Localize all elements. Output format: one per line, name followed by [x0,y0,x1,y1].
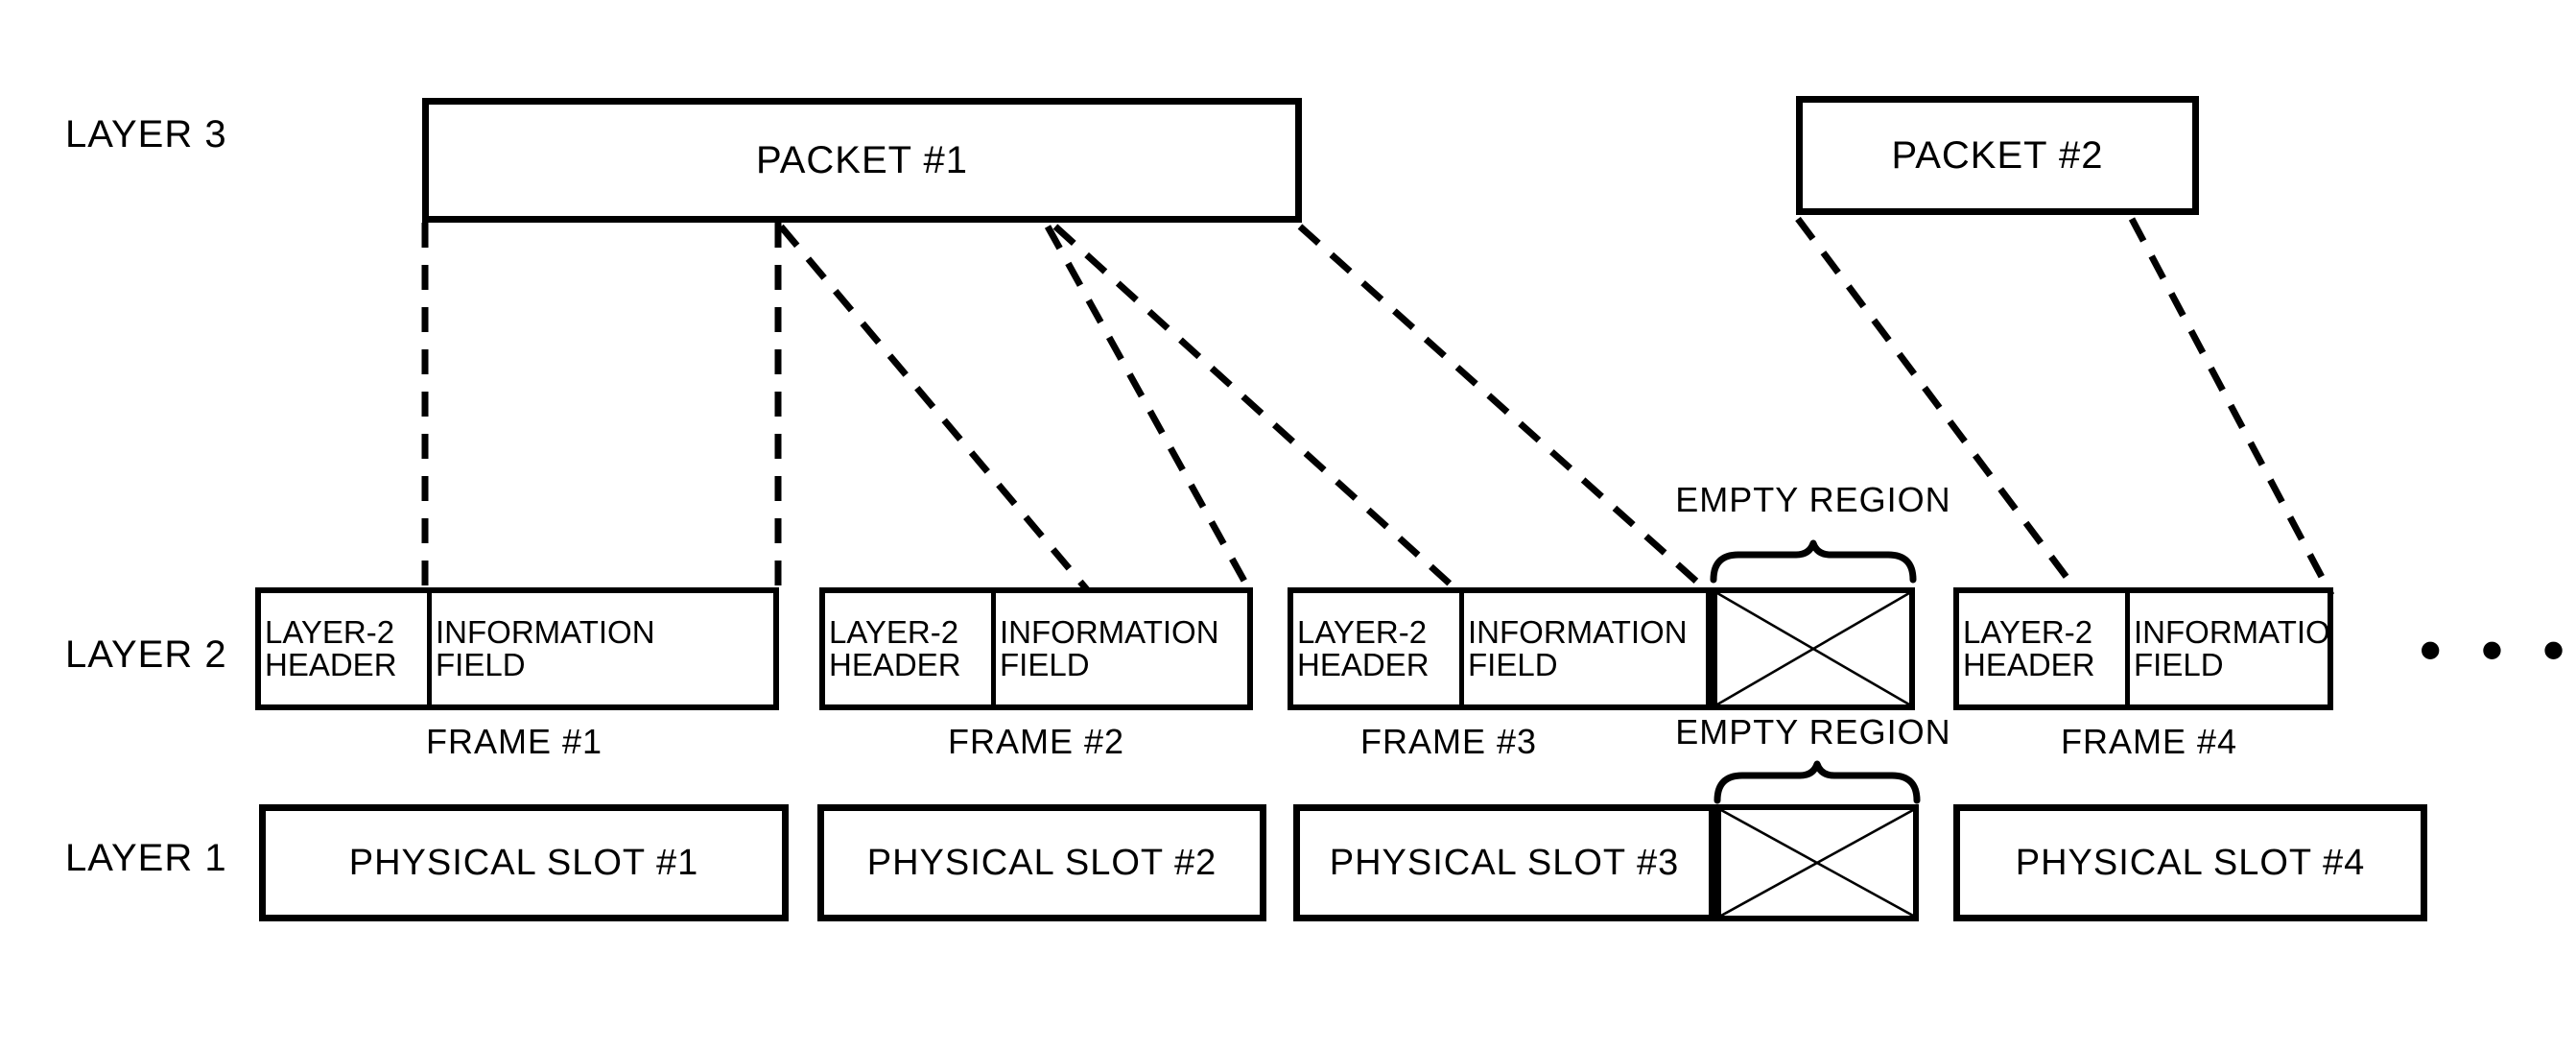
empty-region-cross-box-layer2 [1712,587,1915,710]
physical-slot-4-label: PHYSICAL SLOT #4 [2015,842,2366,883]
frame-3-information-field-cell: INFORMATION FIELD [1464,593,1706,704]
brace-empty-region-layer2 [1710,539,1917,584]
connector-packet2-frame4-start [1795,216,2083,598]
frame-4-caption: FRAME #4 [2060,722,2238,761]
physical-slot-1-label: PHYSICAL SLOT #1 [348,842,699,883]
physical-slot-box-4[interactable]: PHYSICAL SLOT #4 [1953,804,2427,921]
frame-3-info-line-2: FIELD [1468,647,1558,682]
frame-2-info-line-2: FIELD [1000,647,1090,682]
brace-empty-region-layer1 [1713,760,1921,804]
diagram-canvas: LAYER 3 PACKET #1 PACKET #2 EMPTY REGION… [0,0,2576,1050]
connector-packet1-frame3-start [1052,224,1463,596]
frame-3-info-line-1: INFORMATION [1468,613,1688,650]
frame-1-header-line-1: LAYER-2 [265,613,395,650]
frame-3-caption: FRAME #3 [1359,722,1538,761]
frame-3-header-line-2: HEADER [1297,647,1430,682]
layer2-label: LAYER 2 [65,633,227,676]
frame-4-info-line-1: INFORMATION [2134,613,2328,650]
frame-box-3[interactable]: LAYER-2 HEADER INFORMATION FIELD [1288,587,1712,710]
frame-4-header-line-1: LAYER-2 [1963,613,2093,650]
packet-2-label: PACKET #2 [1891,133,2104,177]
frame-2-info-line-1: INFORMATION [1000,613,1219,650]
frame-3-header-line-1: LAYER-2 [1297,613,1428,650]
physical-slot-box-3[interactable]: PHYSICAL SLOT #3 [1293,804,1715,921]
connector-packet1-frame2-start [778,224,1093,596]
frame-box-2[interactable]: LAYER-2 HEADER INFORMATION FIELD [819,587,1253,710]
connector-packet2-frame4-end [2128,217,2335,597]
frame-4-info-line-2: FIELD [2134,647,2224,682]
frame-4-information-field-cell: INFORMATION FIELD [2130,593,2328,704]
frame-2-information-field-cell: INFORMATION FIELD [996,593,1247,704]
frame-4-header-line-2: HEADER [1963,647,2095,682]
frame-box-4[interactable]: LAYER-2 HEADER INFORMATION FIELD [1953,587,2333,710]
frame-1-caption: FRAME #1 [425,722,603,761]
frame-4-layer2-header-cell: LAYER-2 HEADER [1959,593,2130,704]
physical-slot-2-label: PHYSICAL SLOT #2 [866,842,1217,883]
frame-3-layer2-header-cell: LAYER-2 HEADER [1293,593,1464,704]
packet-box-1[interactable]: PACKET #1 [422,98,1302,223]
frame-1-header-line-2: HEADER [265,647,397,682]
physical-slot-box-1[interactable]: PHYSICAL SLOT #1 [259,804,789,921]
frame-2-caption: FRAME #2 [947,722,1125,761]
frame-box-1[interactable]: LAYER-2 HEADER INFORMATION FIELD [255,587,779,710]
empty-region-label-layer1: EMPTY REGION [1675,712,1951,752]
layer1-label: LAYER 1 [65,837,227,879]
empty-region-label-layer2: EMPTY REGION [1675,480,1951,519]
physical-slot-3-label: PHYSICAL SLOT #3 [1329,842,1680,883]
frame-1-layer2-header-cell: LAYER-2 HEADER [261,593,432,704]
frame-1-info-line-2: FIELD [436,647,526,682]
frame-2-header-line-2: HEADER [829,647,961,682]
layer3-label: LAYER 3 [65,113,227,155]
continuation-ellipsis: • • • [2420,615,2576,684]
packet-1-label: PACKET #1 [756,138,968,181]
packet-box-2[interactable]: PACKET #2 [1796,96,2199,215]
frame-1-info-line-1: INFORMATION [436,613,655,650]
frame-2-header-line-1: LAYER-2 [829,613,959,650]
connector-packet1-frame2-end [1044,225,1255,595]
physical-slot-box-2[interactable]: PHYSICAL SLOT #2 [817,804,1266,921]
empty-region-cross-box-layer1 [1715,804,1919,921]
frame-2-layer2-header-cell: LAYER-2 HEADER [825,593,996,704]
frame-1-information-field-cell: INFORMATION FIELD [432,593,773,704]
connector-packet1-frame3-end [1297,224,1713,596]
